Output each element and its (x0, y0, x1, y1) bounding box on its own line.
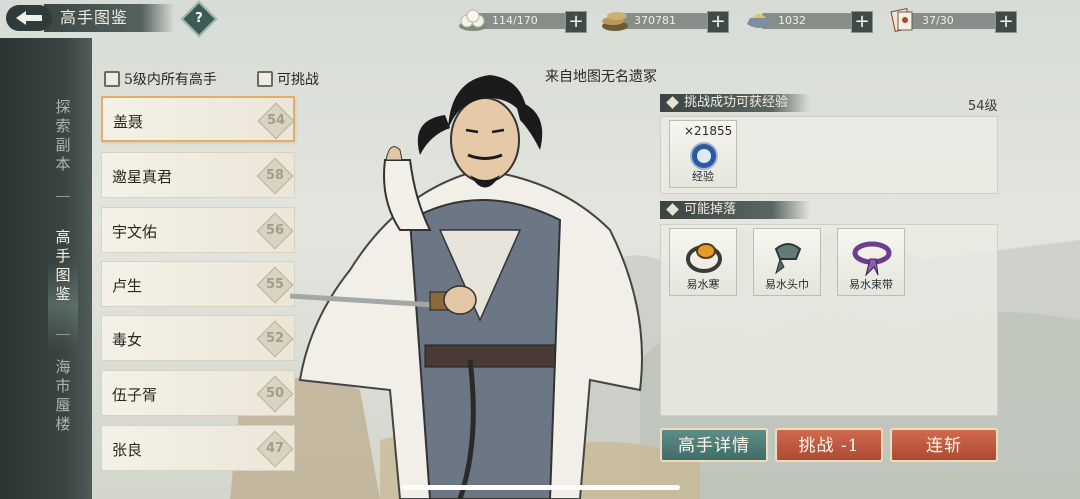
gold-ingot-icon (747, 14, 771, 28)
page-title: 高手图鉴 (44, 4, 174, 32)
checkbox[interactable] (104, 71, 120, 87)
back-button[interactable] (6, 5, 52, 31)
exp-reward-panel: ×21855 经验 (660, 116, 998, 194)
scroll-ticket-icon (890, 7, 913, 33)
coin-pile-icon (602, 12, 628, 31)
resource-value: 370781 (618, 13, 718, 29)
master-name: 盖聂 (113, 113, 144, 131)
master-portrait (290, 75, 643, 499)
resource-stamina: 114/170 + (458, 9, 588, 33)
master-name: 毒女 (112, 331, 143, 349)
add-stamina-button[interactable]: + (565, 11, 587, 33)
exp-reward-item[interactable]: ×21855 经验 (669, 120, 737, 188)
headscarf-icon (774, 243, 802, 275)
add-ingots-button[interactable]: + (851, 11, 873, 33)
item-name: 易水寒 (686, 278, 720, 291)
list-item[interactable]: 张良 47 (101, 425, 295, 471)
item-name: 经验 (692, 170, 714, 183)
level-badge: 47 (256, 430, 294, 468)
add-coins-button[interactable]: + (707, 11, 729, 33)
drop-item[interactable]: 易水头巾 (753, 228, 821, 296)
nav-divider (56, 196, 70, 197)
master-source-location: 来自地图无名遗冢 (545, 69, 657, 85)
help-button[interactable]: ? (180, 0, 218, 38)
master-details-button[interactable]: 高手详情 (660, 428, 768, 462)
tab-mirage[interactable]: 海市蜃楼 (52, 358, 74, 434)
master-name: 张良 (112, 441, 143, 459)
list-item[interactable]: 宇文佑 56 (101, 207, 295, 253)
level-badge: 56 (256, 212, 294, 250)
list-item[interactable]: 邀星真君 58 (101, 152, 295, 198)
list-item[interactable]: 毒女 52 (101, 315, 295, 361)
tab-explore-dungeon[interactable]: 探索副本 (52, 98, 74, 174)
home-indicator[interactable] (402, 485, 680, 490)
resource-tickets: 37/30 + (888, 7, 1018, 33)
drops-panel: 易水寒 易水头巾 易水束带 (660, 224, 998, 416)
steamed-bun-icon (459, 9, 487, 31)
filter-within-5-levels[interactable]: 5级内所有高手 (104, 70, 217, 88)
level-badge: 58 (256, 157, 294, 195)
drop-item[interactable]: 易水寒 (669, 228, 737, 296)
resource-coins: 370781 + (600, 10, 730, 33)
bracelet-icon (686, 243, 722, 273)
checkbox[interactable] (257, 71, 273, 87)
master-list[interactable]: 盖聂 54 邀星真君 58 宇文佑 56 卢生 55 毒女 52 伍子胥 50 … (101, 96, 297, 499)
exp-quantity: ×21855 (684, 124, 733, 138)
master-name: 邀星真君 (112, 168, 173, 186)
left-side-nav: 探索副本 高手图鉴 海市蜃楼 (0, 38, 92, 499)
drop-item[interactable]: 易水束带 (837, 228, 905, 296)
level-badge: 54 (257, 102, 295, 140)
top-bar: 高手图鉴 ? 114/170 + 370781 + 1032 + 37/30 + (0, 0, 1080, 38)
level-badge: 52 (256, 320, 294, 358)
level-badge: 50 (256, 375, 294, 413)
item-name: 易水头巾 (765, 278, 809, 291)
item-name: 易水束带 (849, 278, 893, 291)
resource-value: 114/170 (476, 13, 576, 29)
drops-section-header: 可能掉落 (660, 201, 810, 219)
list-item[interactable]: 伍子胥 50 (101, 370, 295, 416)
master-name: 宇文佑 (112, 223, 158, 241)
back-arrow-icon (16, 11, 42, 25)
level-badge: 55 (256, 266, 294, 304)
list-item[interactable]: 盖聂 54 (101, 96, 295, 142)
challenge-button[interactable]: 挑战 -1 (775, 428, 883, 462)
tab-master-compendium[interactable]: 高手图鉴 (52, 228, 74, 304)
filter-label: 5级内所有高手 (124, 72, 217, 88)
master-name: 伍子胥 (112, 386, 158, 404)
resource-ingots: 1032 + (744, 10, 874, 33)
resource-value: 1032 (762, 13, 862, 29)
master-name: 卢生 (112, 277, 143, 295)
resource-value: 37/30 (906, 13, 1006, 29)
chain-kill-button[interactable]: 连斩 (890, 428, 998, 462)
add-tickets-button[interactable]: + (995, 11, 1017, 33)
list-item[interactable]: 卢生 55 (101, 261, 295, 307)
nav-divider (56, 334, 70, 335)
diamond-icon (666, 203, 679, 216)
exp-scroll-icon (690, 142, 718, 170)
exp-section-header: 挑战成功可获经验 (660, 94, 810, 112)
sash-belt-icon (852, 241, 892, 277)
diamond-icon (666, 96, 679, 109)
reward-level: 54级 (968, 99, 998, 114)
